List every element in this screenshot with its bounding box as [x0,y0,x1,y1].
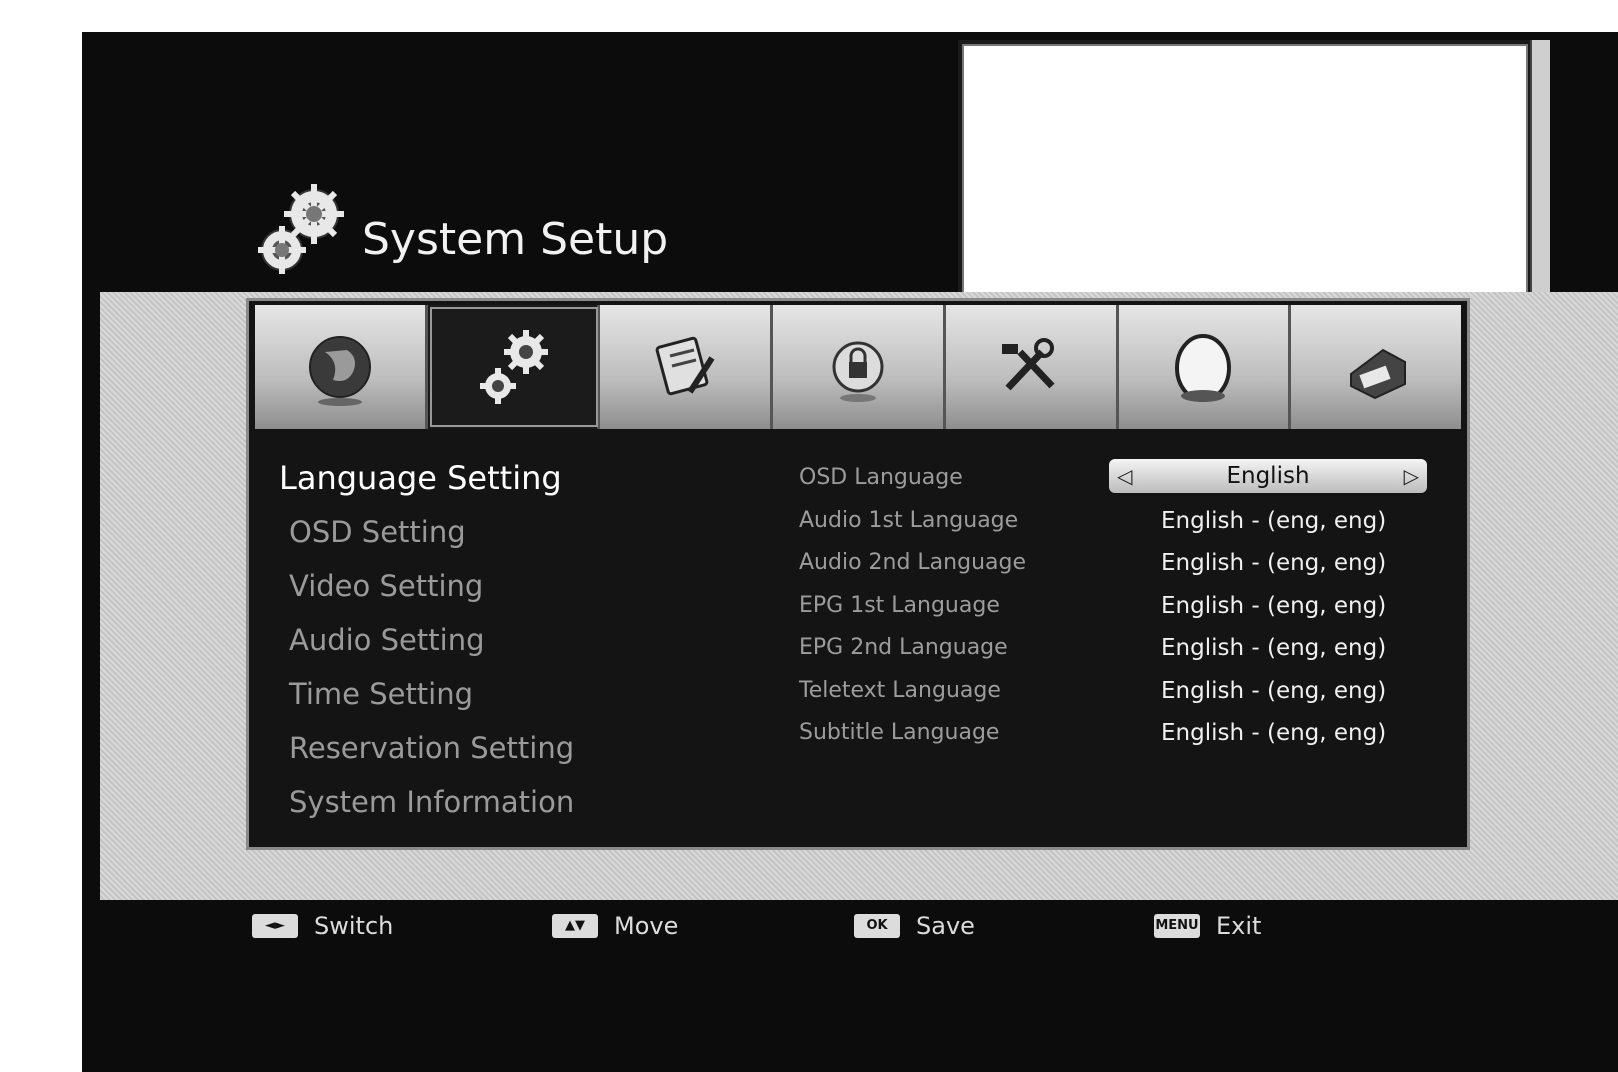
hint-label: Save [916,912,975,940]
selector-value: English [1226,463,1310,489]
osd-language-selector[interactable]: ◁ English ▷ [1109,459,1427,493]
setting-label: Audio 2nd Language [799,550,1026,575]
menu-item-reservation-setting[interactable]: Reservation Setting [279,721,749,775]
edit-icon [655,336,715,396]
tab-globe[interactable] [255,305,428,429]
setting-value: English - (eng, eng) [1161,677,1387,704]
hint-label: Move [614,912,679,940]
tab-disc[interactable] [1118,305,1292,429]
setting-label: Teletext Language [799,677,1001,703]
setting-label: Audio 1st Language [799,507,1019,533]
up-down-key-icon: ▲▼ [552,914,598,938]
preview-frame-edge [1530,40,1550,302]
settings-panel: Language Setting OSD Setting Video Setti… [246,298,1470,850]
gears-icon [479,330,548,404]
tab-edit[interactable] [600,305,774,429]
gears-icon [258,184,344,274]
setting-value: English - (eng, eng) [1161,507,1387,534]
setting-label: EPG 1st Language [799,592,1000,618]
menu-item-audio-setting[interactable]: Audio Setting [279,613,749,667]
category-tab-bar [255,305,1462,429]
setting-value: English - (eng, eng) [1161,635,1387,661]
setting-label: EPG 2nd Language [799,635,1008,660]
setting-row-subtitle-language[interactable]: Subtitle Language English - (eng, eng) [799,714,1439,757]
menu-key-icon: MENU [1154,914,1200,938]
arrow-right-icon[interactable]: ▷ [1404,464,1419,488]
tab-lock[interactable] [773,305,946,429]
setting-value: English - (eng, eng) [1161,592,1387,619]
lock-icon [832,341,884,402]
tools-icon [1001,338,1055,391]
hint-save: OK Save [854,912,975,940]
setting-row-epg-1st-language[interactable]: EPG 1st Language English - (eng, eng) [799,587,1439,630]
setting-value: English - (eng, eng) [1161,720,1387,746]
tab-media[interactable] [1291,305,1462,429]
arrow-left-icon[interactable]: ◁ [1117,464,1132,488]
media-icon [1350,348,1407,400]
menu-list: Language Setting OSD Setting Video Setti… [279,451,749,829]
hint-label: Exit [1216,912,1262,940]
setting-label: OSD Language [799,465,963,490]
menu-item-language-setting[interactable]: Language Setting [279,451,749,505]
setting-row-teletext-language[interactable]: Teletext Language English - (eng, eng) [799,672,1439,715]
disc-icon [1175,334,1232,402]
hint-exit: MENU Exit [1154,912,1261,940]
tab-system-setup[interactable] [427,305,601,429]
video-preview-window [958,40,1532,310]
hint-switch: ◄► Switch [252,912,393,940]
setting-row-audio-2nd-language[interactable]: Audio 2nd Language English - (eng, eng) [799,544,1439,587]
menu-item-system-information[interactable]: System Information [279,775,749,829]
left-right-key-icon: ◄► [252,914,298,938]
page-title: System Setup [362,214,669,265]
setting-row-osd-language[interactable]: OSD Language ◁ English ▷ [799,459,1439,502]
language-settings-list: OSD Language ◁ English ▷ Audio 1st Langu… [799,459,1439,757]
menu-item-osd-setting[interactable]: OSD Setting [279,505,749,559]
menu-item-time-setting[interactable]: Time Setting [279,667,749,721]
setting-value: English - (eng, eng) [1161,550,1387,576]
globe-icon [308,336,371,406]
hint-move: ▲▼ Move [552,912,678,940]
tv-screen: System Setup Language Setting OSD Settin… [82,32,1618,1072]
tab-tools[interactable] [945,305,1119,429]
setting-label: Subtitle Language [799,720,1000,745]
key-hint-bar: ◄► Switch ▲▼ Move OK Save MENU Exit [82,908,1618,968]
setting-row-audio-1st-language[interactable]: Audio 1st Language English - (eng, eng) [799,502,1439,545]
hint-label: Switch [314,912,394,940]
menu-item-video-setting[interactable]: Video Setting [279,559,749,613]
setting-row-epg-2nd-language[interactable]: EPG 2nd Language English - (eng, eng) [799,629,1439,672]
ok-key-icon: OK [854,914,900,938]
